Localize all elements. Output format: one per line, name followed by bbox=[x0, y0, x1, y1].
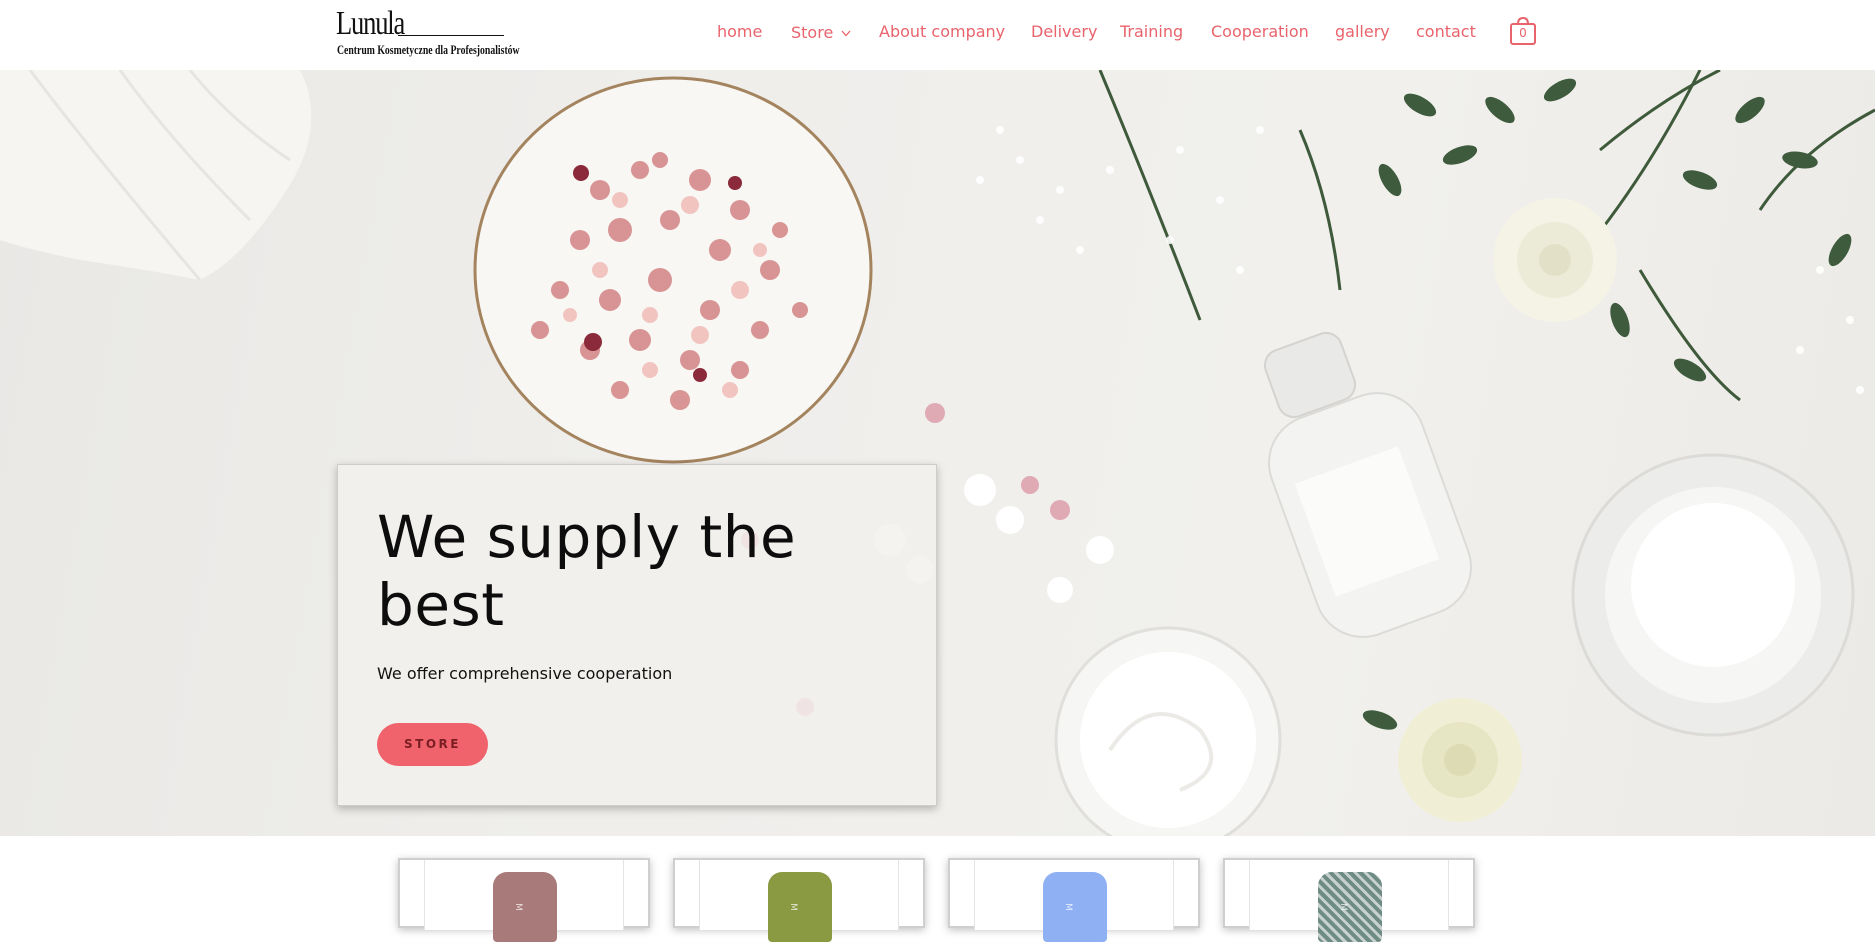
logo-tagline: Centrum Kosmetyczne dla Profesjonalistów bbox=[337, 42, 520, 57]
hero-background-image bbox=[0, 70, 1875, 836]
site-logo[interactable]: Lunula Centrum Kosmetyczne dla Profesjon… bbox=[336, 5, 520, 58]
cart-count: 0 bbox=[1519, 26, 1527, 40]
nav-item-home[interactable]: home bbox=[717, 20, 762, 44]
chevron-down-icon bbox=[841, 20, 851, 44]
cart-button[interactable]: 0 bbox=[1509, 16, 1537, 46]
product-image: M bbox=[1249, 860, 1449, 942]
logo-underline bbox=[398, 35, 504, 36]
hero-title: We supply the best bbox=[377, 503, 797, 639]
logo-wordmark: Lunula bbox=[336, 5, 405, 42]
product-image: M bbox=[974, 860, 1174, 942]
site-header: Lunula Centrum Kosmetyczne dla Profesjon… bbox=[0, 0, 1875, 70]
bottle-label: M bbox=[787, 903, 798, 911]
product-card[interactable]: M bbox=[1223, 858, 1475, 942]
nav-item-gallery[interactable]: gallery bbox=[1335, 20, 1390, 44]
nav-item-label: contact bbox=[1416, 22, 1476, 41]
bottle-label: M bbox=[512, 903, 523, 911]
bottle-label: M bbox=[1337, 903, 1348, 911]
nail-polish-bottle: M bbox=[768, 872, 832, 942]
product-image: M bbox=[699, 860, 899, 942]
bottle-label: M bbox=[1062, 903, 1073, 911]
hero-section: We supply the best We offer comprehensiv… bbox=[0, 70, 1875, 836]
nav-item-label: Training bbox=[1120, 22, 1184, 41]
nav-item-delivery[interactable]: Delivery bbox=[1031, 20, 1097, 44]
store-button[interactable]: STORE bbox=[377, 723, 488, 766]
product-image: M bbox=[424, 860, 624, 942]
nav-item-label: home bbox=[717, 22, 763, 41]
product-card[interactable]: M bbox=[948, 858, 1200, 942]
nav-item-label: Store bbox=[791, 23, 834, 42]
hero-subtitle: We offer comprehensive cooperation bbox=[377, 664, 673, 683]
nav-item-label: Delivery bbox=[1031, 22, 1098, 41]
nav-item-label: gallery bbox=[1335, 22, 1390, 41]
nav-item-store[interactable]: Store bbox=[791, 20, 851, 45]
nail-polish-bottle: M bbox=[1043, 872, 1107, 942]
nav-item-label: Cooperation bbox=[1211, 22, 1309, 41]
nail-polish-bottle: M bbox=[1318, 872, 1382, 942]
products-strip: M M M M bbox=[0, 836, 1875, 942]
nav-item-training[interactable]: Training bbox=[1120, 20, 1183, 44]
product-card[interactable]: M bbox=[398, 858, 650, 942]
nav-item-contact[interactable]: contact bbox=[1416, 20, 1476, 44]
nav-item-cooperation[interactable]: Cooperation bbox=[1211, 20, 1309, 44]
nav-item-label: About company bbox=[879, 22, 1006, 41]
product-card[interactable]: M bbox=[673, 858, 925, 942]
nail-polish-bottle: M bbox=[493, 872, 557, 942]
hero-card: We supply the best We offer comprehensiv… bbox=[337, 464, 937, 806]
nav-item-about-company[interactable]: About company bbox=[879, 20, 1005, 44]
